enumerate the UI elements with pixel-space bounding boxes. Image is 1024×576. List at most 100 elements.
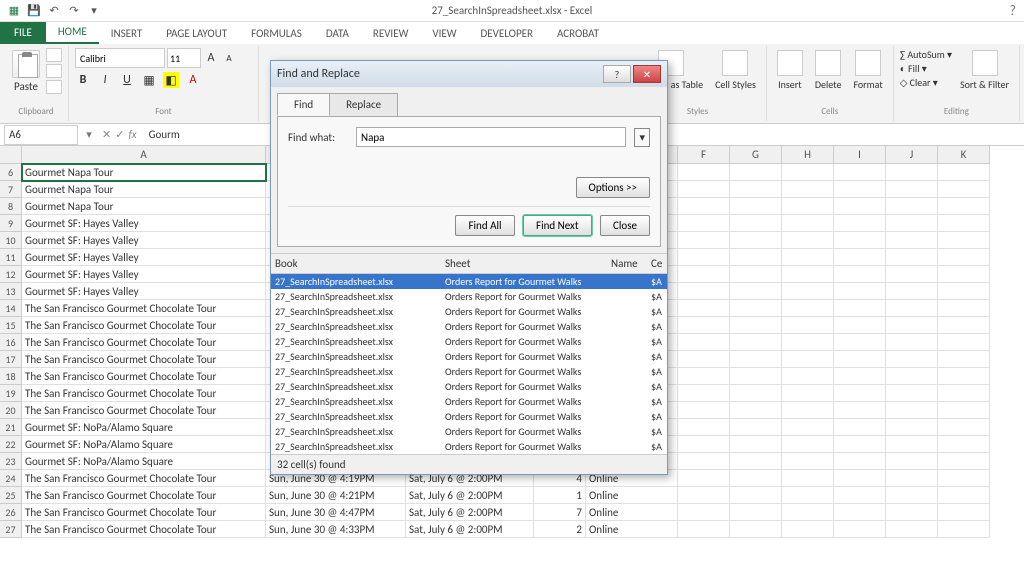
tab-insert[interactable]: INSERT [99,23,155,44]
cell[interactable]: Gourmet SF: NoPa/Alamo Square [22,419,266,436]
format-cells-button[interactable]: Format [849,48,886,93]
cell[interactable] [730,436,782,453]
cell[interactable] [730,402,782,419]
cell[interactable] [886,249,938,266]
cell[interactable]: Online [586,504,678,521]
cell[interactable] [834,249,886,266]
replace-tab[interactable]: Replace [329,93,398,116]
cell[interactable] [678,351,730,368]
grow-font-icon[interactable]: A [203,50,219,66]
cell[interactable] [834,300,886,317]
dialog-close-button[interactable]: ✕ [633,65,661,83]
cell[interactable] [886,385,938,402]
sort-filter-button[interactable]: Sort & Filter [956,48,1013,93]
cell[interactable]: Gourmet SF: Hayes Valley [22,249,266,266]
cut-icon[interactable] [46,48,62,62]
cell[interactable]: The San Francisco Gourmet Chocolate Tour [22,402,266,419]
cell[interactable]: 2 [534,521,586,538]
cell[interactable] [782,419,834,436]
cell[interactable] [834,164,886,181]
column-header[interactable]: H [782,146,834,164]
enter-icon[interactable]: ✓ [115,128,124,141]
cell[interactable]: Gourmet SF: Hayes Valley [22,232,266,249]
options-button[interactable]: Options >> [576,177,650,198]
cell[interactable] [678,521,730,538]
cell[interactable] [678,249,730,266]
cell[interactable] [678,215,730,232]
cell[interactable] [938,232,990,249]
cell[interactable] [938,419,990,436]
cell[interactable]: The San Francisco Gourmet Chocolate Tour [22,487,266,504]
row-header[interactable]: 10 [0,232,22,249]
cell[interactable] [834,181,886,198]
cell[interactable] [730,419,782,436]
find-what-input[interactable] [356,127,626,147]
dialog-help-button[interactable]: ? [603,65,631,83]
cell[interactable] [886,317,938,334]
font-size-select[interactable] [167,48,201,68]
cell[interactable]: Online [586,521,678,538]
select-all-corner[interactable] [0,146,22,164]
cell[interactable] [834,317,886,334]
row-header[interactable]: 15 [0,317,22,334]
cell[interactable] [782,487,834,504]
cell[interactable] [782,198,834,215]
cell[interactable] [938,385,990,402]
cell[interactable] [678,487,730,504]
tab-home[interactable]: HOME [46,21,99,44]
result-row[interactable]: 27_SearchInSpreadsheet.xlsxOrders Report… [271,349,667,364]
find-dropdown-icon[interactable]: ▾ [634,128,650,147]
cell[interactable] [678,436,730,453]
cell[interactable] [834,368,886,385]
format-painter-icon[interactable] [46,80,62,94]
row-header[interactable]: 17 [0,351,22,368]
cell[interactable] [938,181,990,198]
cell[interactable]: 7 [534,504,586,521]
cell[interactable] [886,232,938,249]
row-header[interactable]: 18 [0,368,22,385]
cell[interactable] [782,385,834,402]
cell[interactable] [730,334,782,351]
find-all-button[interactable]: Find All [455,215,514,236]
cell[interactable] [938,351,990,368]
cell[interactable]: Sun, June 30 @ 4:33PM [266,521,406,538]
cell[interactable] [834,402,886,419]
cell[interactable] [730,215,782,232]
cell[interactable] [782,266,834,283]
copy-icon[interactable] [46,64,62,78]
cell[interactable] [886,198,938,215]
result-row[interactable]: 27_SearchInSpreadsheet.xlsxOrders Report… [271,289,667,304]
cell[interactable]: The San Francisco Gourmet Chocolate Tour [22,470,266,487]
cell[interactable] [938,215,990,232]
cell[interactable] [678,385,730,402]
find-tab[interactable]: Find [277,93,330,116]
cell[interactable] [886,181,938,198]
bold-button[interactable]: B [75,72,91,88]
cell[interactable] [730,164,782,181]
cell[interactable] [834,453,886,470]
cell[interactable] [886,215,938,232]
row-header[interactable]: 11 [0,249,22,266]
tab-page-layout[interactable]: PAGE LAYOUT [154,23,239,44]
clear-button[interactable]: ◇ Clear ▾ [900,76,952,89]
cell[interactable]: The San Francisco Gourmet Chocolate Tour [22,300,266,317]
row-header[interactable]: 7 [0,181,22,198]
cell-styles-button[interactable]: Cell Styles [711,48,760,93]
save-icon[interactable]: 💾 [26,3,42,19]
result-row[interactable]: 27_SearchInSpreadsheet.xlsxOrders Report… [271,409,667,424]
cell[interactable] [938,521,990,538]
cell[interactable] [678,232,730,249]
cell[interactable] [834,487,886,504]
cell[interactable] [730,198,782,215]
undo-icon[interactable]: ↶ [46,3,62,19]
cell[interactable] [782,283,834,300]
cell[interactable] [782,317,834,334]
cell[interactable]: Gourmet Napa Tour [22,181,266,198]
cell[interactable]: The San Francisco Gourmet Chocolate Tour [22,317,266,334]
font-color-icon[interactable]: A [185,72,201,88]
fill-color-icon[interactable]: ◧ [163,72,179,88]
row-header[interactable]: 14 [0,300,22,317]
row-header[interactable]: 23 [0,453,22,470]
column-header[interactable]: I [834,146,886,164]
column-header[interactable]: J [886,146,938,164]
